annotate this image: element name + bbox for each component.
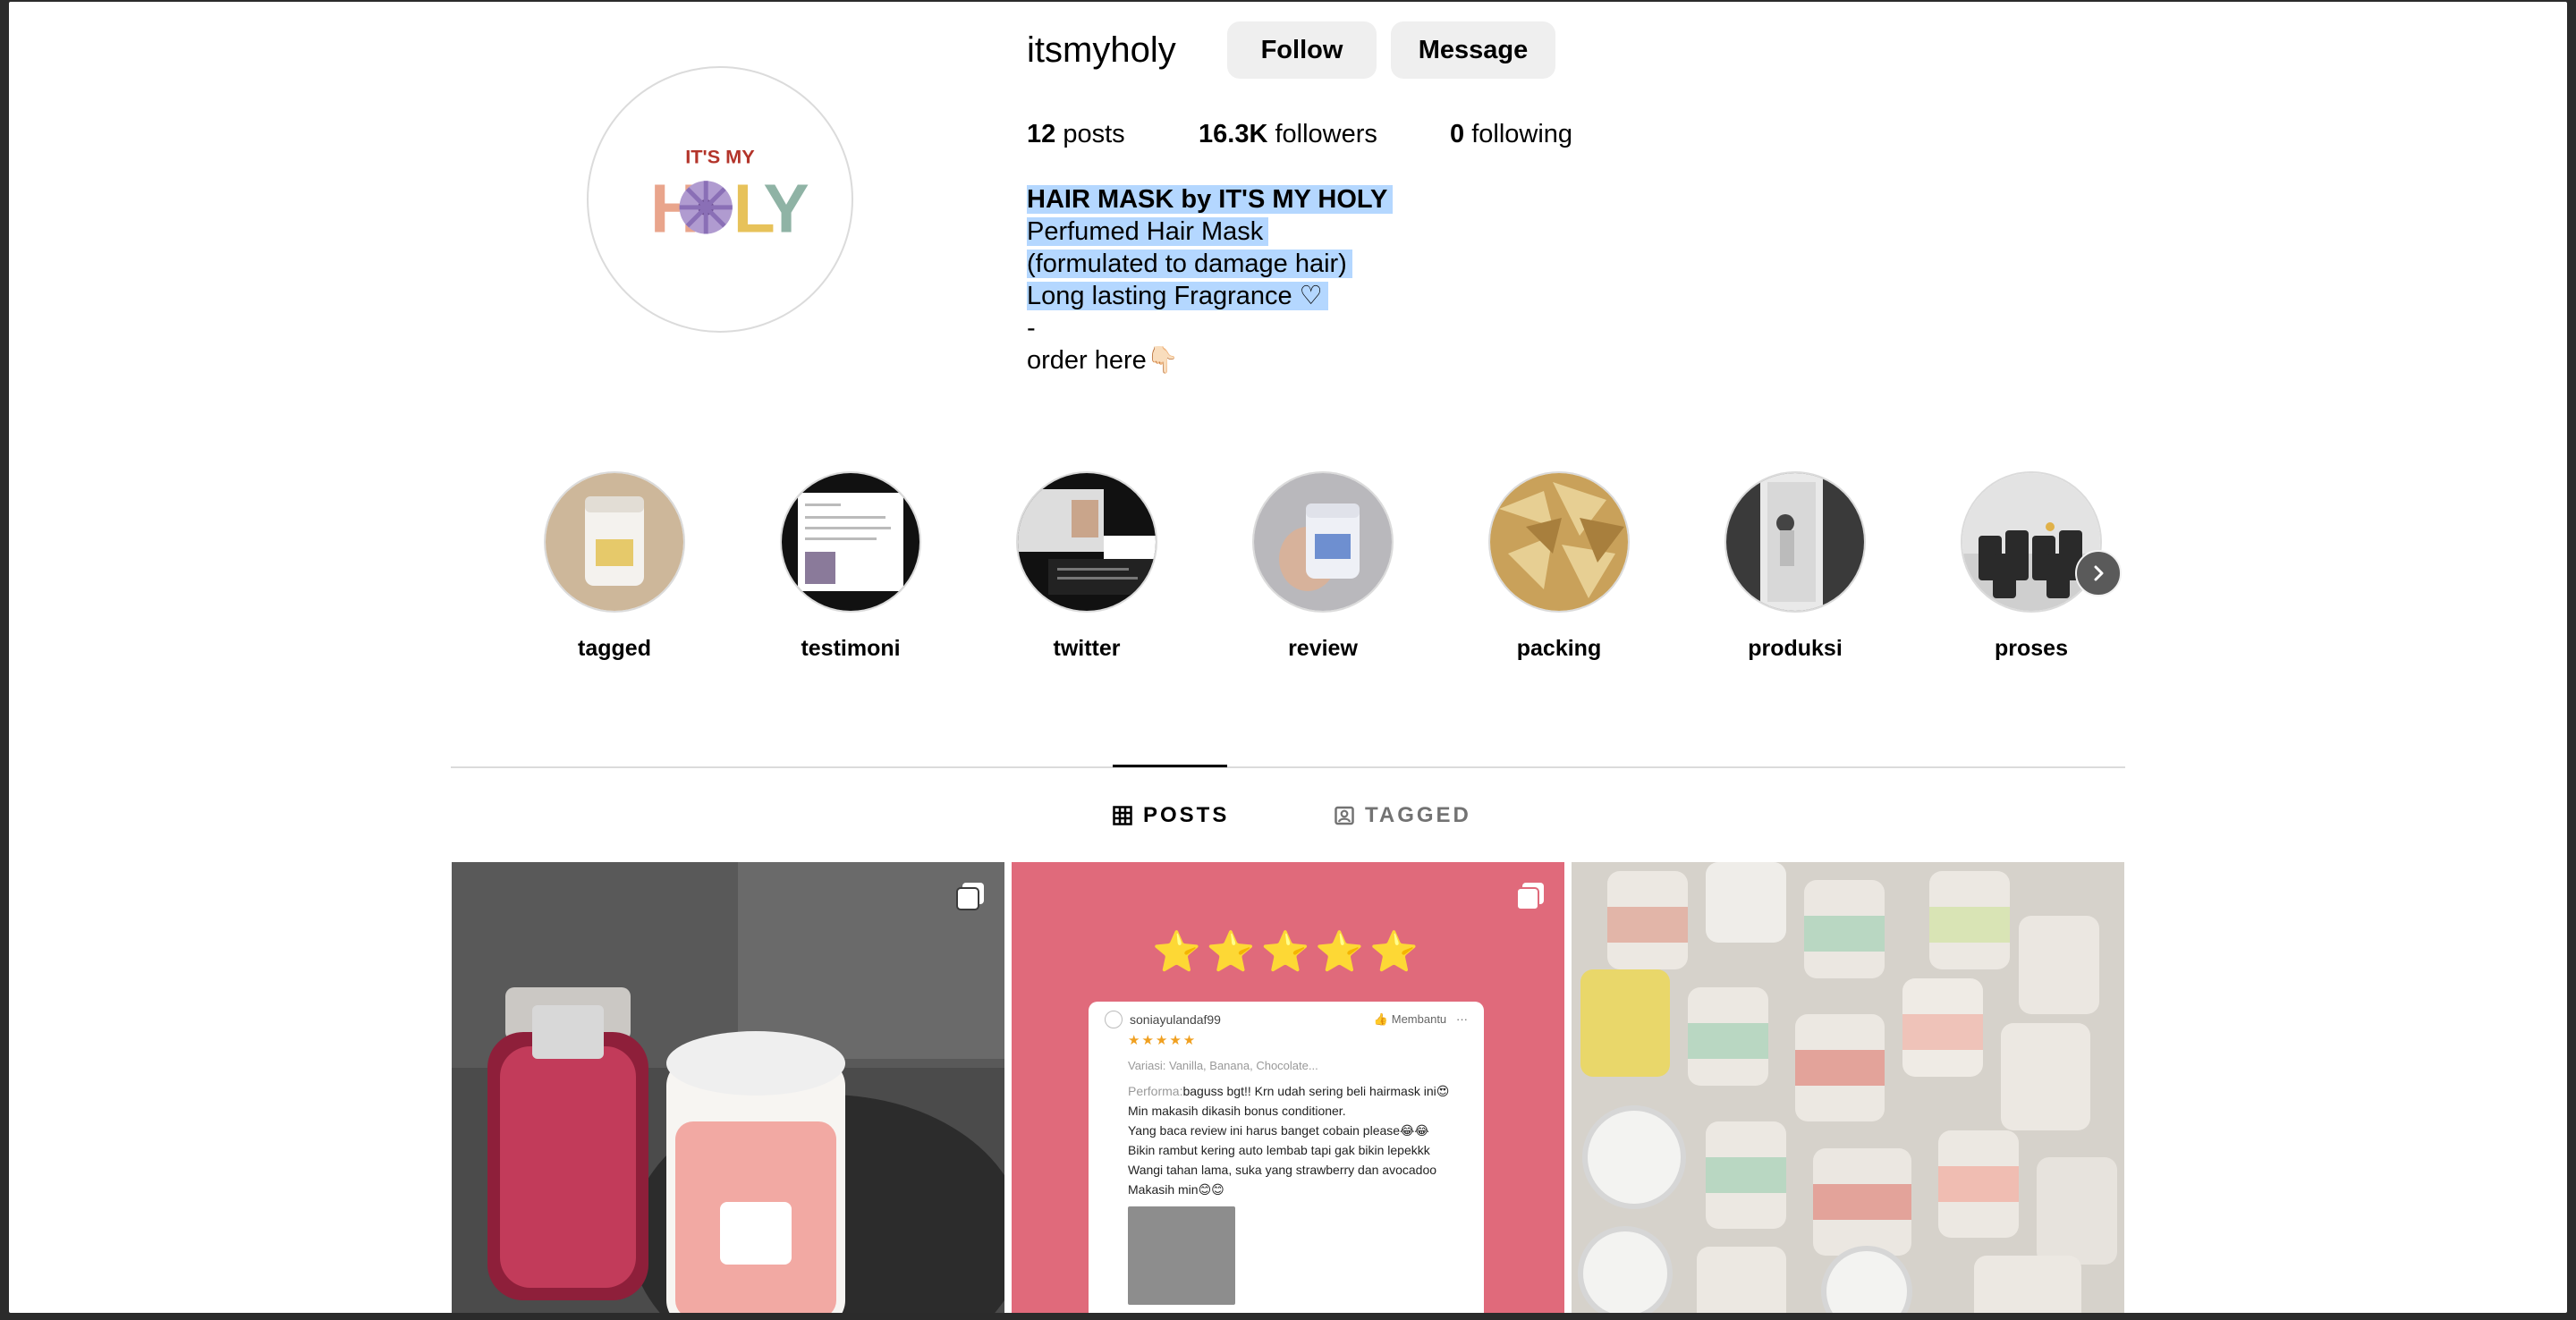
post-tile[interactable]	[452, 862, 1004, 1313]
highlight-packing[interactable]: packing	[1474, 471, 1644, 662]
helpful-label: 👍 Membantu ···	[1374, 1012, 1468, 1027]
rating-stars: ⭐⭐⭐⭐⭐	[1152, 930, 1424, 974]
highlight-cover	[1016, 471, 1157, 613]
bio-line: order here👇🏻	[1027, 346, 1179, 375]
svg-text:Y: Y	[763, 171, 809, 248]
thumbs-up-icon: 👍	[1373, 1012, 1389, 1026]
bio-line: Long lasting Fragrance ♡	[1027, 282, 1328, 310]
highlight-produksi[interactable]: produksi	[1710, 471, 1880, 662]
chevron-right-icon	[2094, 565, 2104, 581]
post-tile[interactable]: ⭐⭐⭐⭐⭐ soniayulandaf99 👍 Membantu ··· ★★★…	[1012, 862, 1564, 1313]
tab-label: POSTS	[1143, 803, 1230, 827]
review-photo	[1128, 1206, 1235, 1305]
profile-avatar[interactable]: IT'S MY H L Y	[587, 66, 853, 333]
highlights-next-button[interactable]	[2075, 550, 2122, 597]
following-count-label: following	[1471, 120, 1573, 148]
bio-line: -	[1027, 314, 1036, 343]
more-icon: ···	[1449, 1012, 1468, 1026]
profile-bio: HAIR MASK by IT'S MY HOLY Perfumed Hair …	[1027, 183, 1394, 377]
highlight-twitter[interactable]: twitter	[1002, 471, 1172, 662]
bio-display-name: HAIR MASK by IT'S MY HOLY	[1027, 185, 1394, 214]
post-image	[452, 862, 1004, 1313]
highlight-label: proses	[1995, 636, 2068, 661]
holy-logo-icon: IT'S MY H L Y	[589, 69, 851, 330]
highlight-cover	[780, 471, 921, 613]
review-variant: Variasi: Vanilla, Banana, Chocolate...	[1128, 1059, 1318, 1072]
highlight-cover	[1724, 471, 1866, 613]
followers-link[interactable]: 16.3K followers	[1199, 116, 1377, 152]
review-line: Bikin rambut kering auto lembab tapi gak…	[1128, 1143, 1430, 1157]
highlight-label: review	[1288, 636, 1358, 661]
user-avatar-icon	[1105, 1011, 1123, 1028]
review-line: Yang baca review ini harus banget cobain…	[1128, 1123, 1429, 1138]
tabs-divider	[451, 766, 2125, 768]
highlight-label: twitter	[1053, 636, 1121, 661]
highlight-label: testimoni	[801, 636, 901, 661]
highlight-cover	[1961, 471, 2102, 613]
profile-page: IT'S MY H L Y itsmyholy Follow Message 1…	[9, 2, 2567, 1313]
follow-button[interactable]: Follow	[1227, 21, 1377, 79]
post-image	[1572, 862, 2124, 1313]
multiple-posts-icon	[956, 883, 984, 910]
svg-text:IT'S MY: IT'S MY	[685, 146, 755, 168]
profile-username: itsmyholy	[1027, 30, 1176, 70]
review-card: soniayulandaf99 👍 Membantu ··· ★★★★★ Var…	[1089, 1002, 1484, 1313]
post-tile[interactable]	[1572, 862, 2124, 1313]
review-line: Min makasih dikasih bonus conditioner.	[1128, 1104, 1346, 1118]
tab-label: TAGGED	[1365, 803, 1471, 827]
review-line: Makasih min😊😊	[1128, 1182, 1224, 1197]
active-tab-indicator	[1113, 765, 1227, 767]
review-perf-label: Performa:	[1128, 1084, 1183, 1098]
highlight-cover	[1252, 471, 1394, 613]
review-line: Wangi tahan lama, suka yang strawberry d…	[1128, 1163, 1437, 1177]
highlight-label: tagged	[578, 636, 651, 661]
highlight-cover	[544, 471, 685, 613]
posts-count-label: posts	[1063, 120, 1125, 148]
highlight-label: packing	[1516, 636, 1602, 661]
review-stars: ★★★★★	[1128, 1033, 1198, 1048]
highlight-testimoni[interactable]: testimoni	[766, 471, 936, 662]
following-link[interactable]: 0 following	[1450, 116, 1572, 152]
posts-count-value: 12	[1027, 120, 1056, 148]
review-body: Performa:baguss bgt!! Krn udah sering be…	[1128, 1081, 1468, 1199]
multiple-posts-icon	[1516, 883, 1544, 910]
following-count-value: 0	[1450, 120, 1465, 148]
posts-count: 12 posts	[1027, 116, 1125, 152]
highlight-label: produksi	[1748, 636, 1843, 661]
tab-posts[interactable]: POSTS	[1113, 803, 1229, 828]
helpful-text: Membantu	[1391, 1012, 1447, 1026]
highlight-review[interactable]: review	[1238, 471, 1408, 662]
grid-icon	[1113, 806, 1132, 825]
tagged-user-icon	[1335, 806, 1354, 825]
highlight-cover	[1488, 471, 1630, 613]
tab-tagged[interactable]: TAGGED	[1335, 803, 1471, 828]
followers-count-value: 16.3K	[1199, 120, 1268, 148]
review-username: soniayulandaf99	[1130, 1012, 1221, 1027]
followers-count-label: followers	[1275, 120, 1377, 148]
review-perf-text: baguss bgt!! Krn udah sering beli hairma…	[1182, 1084, 1450, 1098]
highlight-tagged[interactable]: tagged	[530, 471, 699, 662]
bio-line: (formulated to damage hair)	[1027, 250, 1352, 278]
message-button[interactable]: Message	[1391, 21, 1555, 79]
bio-line: Perfumed Hair Mask	[1027, 217, 1269, 246]
